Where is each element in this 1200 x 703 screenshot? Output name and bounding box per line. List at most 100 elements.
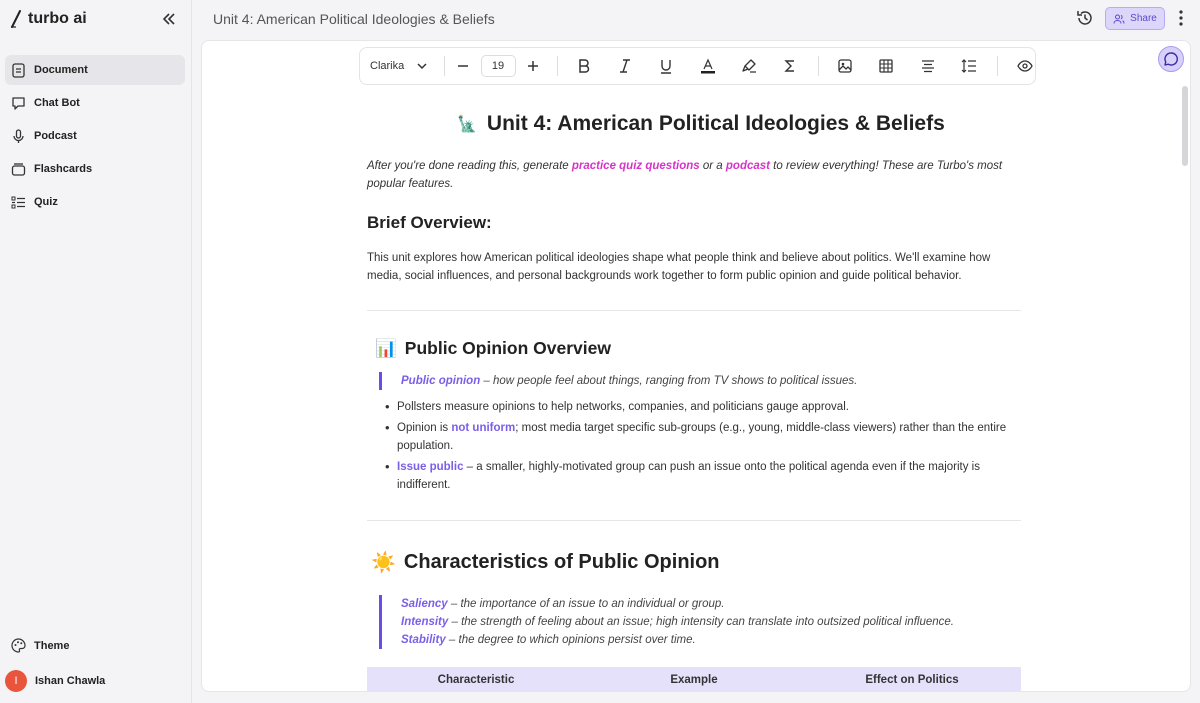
toolbar-divider — [444, 56, 446, 76]
font-family-select[interactable]: Clarika — [370, 60, 428, 72]
insert-image-button[interactable] — [835, 56, 854, 76]
sidebar-item-label: Chat Bot — [34, 97, 80, 109]
practice-quiz-link[interactable]: practice quiz questions — [572, 160, 700, 172]
more-options-icon[interactable] — [1174, 9, 1188, 27]
divider — [367, 520, 1021, 521]
section-heading-text: Public Opinion Overview — [404, 338, 611, 358]
table-header-cell: Effect on Politics — [865, 674, 959, 686]
history-icon[interactable] — [1076, 9, 1094, 27]
table-icon — [879, 59, 893, 73]
theme-button[interactable]: Theme — [11, 638, 69, 653]
table-header: Characteristic Example Effect on Politic… — [367, 667, 1021, 691]
text-color-button[interactable] — [698, 56, 717, 76]
flashcards-icon — [11, 162, 26, 176]
section-heading-characteristics: ☀️ Characteristics of Public Opinion — [371, 550, 720, 575]
sidebar-item-podcast[interactable]: Podcast — [5, 121, 185, 151]
text-color-icon — [700, 58, 715, 74]
font-family-value: Clarika — [370, 60, 405, 72]
equation-button[interactable] — [781, 56, 800, 76]
document-heading: 🗽 Unit 4: American Political Ideologies … — [457, 112, 945, 136]
toolbar-divider — [818, 56, 820, 76]
bullet-list: Pollsters measure opinions to help netwo… — [385, 398, 1015, 497]
list-item: Pollsters measure opinions to help netwo… — [385, 398, 1015, 417]
line-spacing-button[interactable] — [959, 56, 978, 76]
minus-icon — [457, 65, 468, 67]
italic-button[interactable] — [615, 56, 634, 76]
decrease-font-size-button[interactable] — [453, 56, 472, 76]
list-item: Issue public – a smaller, highly-motivat… — [385, 458, 1015, 495]
preview-button[interactable] — [1016, 56, 1035, 76]
font-size-input[interactable]: 19 — [480, 55, 516, 77]
term-not-uniform: not uniform — [451, 421, 516, 434]
document-heading-text: Unit 4: American Political Ideologies & … — [486, 112, 945, 135]
italic-icon — [619, 59, 630, 73]
share-label: Share — [1130, 13, 1157, 24]
increase-font-size-button[interactable] — [524, 56, 543, 76]
overview-paragraph: This unit explores how American politica… — [367, 252, 991, 282]
sidebar-nav: Document Chat Bot Podcast Flashcards Qui… — [5, 55, 185, 220]
sidebar-item-flashcards[interactable]: Flashcards — [5, 154, 185, 184]
avatar: I — [5, 670, 27, 692]
eye-icon — [1017, 60, 1033, 72]
line-spacing-icon — [961, 59, 976, 73]
definition-quote: Public opinion – how people feel about t… — [379, 372, 857, 390]
podcast-link[interactable]: podcast — [726, 160, 770, 172]
underline-icon — [661, 60, 672, 74]
definition-text: – the degree to which opinions persist o… — [445, 634, 696, 646]
align-button[interactable] — [918, 56, 937, 76]
toolbar-divider — [556, 56, 558, 76]
sidebar-item-chat-bot[interactable]: Chat Bot — [5, 88, 185, 118]
intro-paragraph: After you're done reading this, generate… — [367, 157, 1021, 193]
plus-icon — [528, 61, 539, 71]
bold-button[interactable] — [574, 56, 593, 76]
section-heading-public-opinion: 📊 Public Opinion Overview — [375, 338, 611, 359]
statue-of-liberty-icon: 🗽 — [457, 116, 477, 133]
list-item-text: Opinion is — [397, 421, 452, 434]
sidebar-item-label: Document — [34, 64, 88, 76]
user-profile[interactable]: I Ishan Chawla — [5, 670, 105, 692]
sun-icon: ☀️ — [371, 552, 396, 574]
app-logo[interactable]: turbo ai — [10, 10, 87, 28]
chat-fab-button[interactable] — [1158, 46, 1184, 72]
term-issue-public: Issue public — [397, 460, 464, 473]
sidebar-item-quiz[interactable]: Quiz — [5, 187, 185, 217]
table-header-cell: Example — [670, 674, 718, 686]
term-public-opinion: Public opinion — [401, 375, 481, 387]
underline-button[interactable] — [657, 56, 676, 76]
characteristics-quote: Saliency – the importance of an issue to… — [379, 595, 954, 649]
sigma-icon — [784, 60, 795, 72]
table-header-cell: Characteristic — [437, 674, 515, 686]
scrollbar-thumb[interactable] — [1182, 86, 1188, 166]
list-item-text: – a smaller, highly-motivated group can … — [397, 460, 980, 492]
sidebar-item-label: Podcast — [34, 130, 77, 142]
bar-chart-icon: 📊 — [375, 338, 397, 358]
document-title[interactable]: Unit 4: American Political Ideologies & … — [213, 11, 495, 27]
insert-table-button[interactable] — [876, 56, 895, 76]
sidebar-item-label: Flashcards — [34, 163, 93, 175]
sidebar-item-document[interactable]: Document — [5, 55, 185, 85]
section-heading-text: Characteristics of Public Opinion — [403, 551, 720, 573]
chat-bubble-icon — [1164, 52, 1178, 66]
highlighter-icon — [742, 59, 757, 73]
users-icon — [1113, 14, 1125, 24]
theme-label: Theme — [34, 639, 70, 652]
sidebar-item-label: Quiz — [34, 196, 58, 208]
formatting-toolbar: Clarika 19 — [359, 47, 1036, 85]
term-stability: Stability — [401, 634, 446, 646]
microphone-icon — [13, 128, 24, 143]
document-icon — [12, 62, 25, 78]
list-item-text: Pollsters measure opinions to help netwo… — [397, 401, 849, 413]
chat-icon — [12, 96, 25, 110]
palette-icon — [11, 638, 26, 653]
collapse-sidebar-icon[interactable] — [160, 10, 178, 28]
list-icon — [11, 196, 25, 208]
align-center-icon — [921, 60, 934, 73]
term-saliency: Saliency — [401, 598, 448, 610]
term-intensity: Intensity — [401, 616, 449, 628]
highlight-button[interactable] — [739, 56, 758, 76]
pen-logo-icon — [11, 10, 21, 28]
definition-text: – the strength of feeling about an issue… — [448, 616, 954, 628]
editor-panel: Clarika 19 🗽 Unit 4: American Political … — [201, 40, 1191, 692]
share-button[interactable]: Share — [1105, 7, 1165, 30]
image-icon — [838, 59, 852, 73]
